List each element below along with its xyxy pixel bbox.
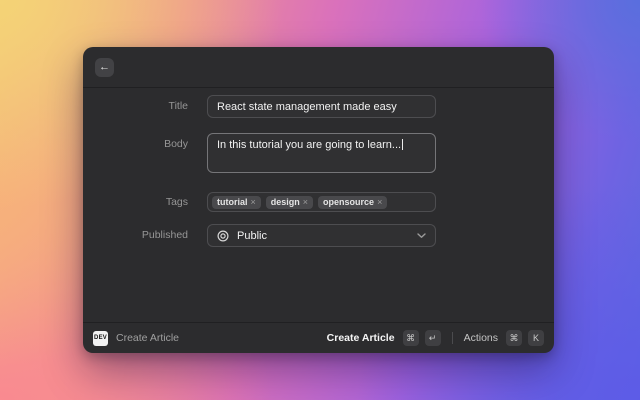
remove-tag-icon[interactable]: × <box>251 198 256 207</box>
dev-logo-icon: DEV <box>93 331 108 346</box>
k-key-icon: K <box>528 330 544 346</box>
published-label: Published <box>83 224 188 247</box>
create-article-window: ← Title React state management made easy… <box>83 47 554 353</box>
tag-chip[interactable]: tutorial × <box>212 196 261 209</box>
title-row: Title React state management made easy <box>83 95 554 118</box>
form: Title React state management made easy B… <box>83 88 554 322</box>
actions-menu-button[interactable]: Actions <box>464 332 498 344</box>
cmd-key-icon: ⌘ <box>403 330 419 346</box>
body-value: In this tutorial you are going to learn.… <box>217 139 401 151</box>
back-button[interactable]: ← <box>95 58 114 77</box>
body-row: Body In this tutorial you are going to l… <box>83 133 554 173</box>
tag-chip[interactable]: design × <box>266 196 313 209</box>
window-header: ← <box>83 47 554 88</box>
text-caret <box>402 139 403 150</box>
remove-tag-icon[interactable]: × <box>377 198 382 207</box>
tag-text: tutorial <box>217 198 248 207</box>
published-value: Public <box>237 230 267 242</box>
body-textarea[interactable]: In this tutorial you are going to learn.… <box>207 133 436 173</box>
tag-text: design <box>271 198 300 207</box>
cmd-key-icon: ⌘ <box>506 330 522 346</box>
title-input[interactable]: React state management made easy <box>207 95 436 118</box>
tags-row: Tags tutorial × design × opensource × <box>83 192 554 212</box>
primary-action-button[interactable]: Create Article <box>327 332 395 344</box>
body-label: Body <box>83 133 188 156</box>
action-bar: DEV Create Article Create Article ⌘ ↵ Ac… <box>83 322 554 353</box>
published-select[interactable]: Public <box>207 224 436 247</box>
desktop-background: ← Title React state management made easy… <box>0 0 640 400</box>
public-visibility-icon <box>217 230 229 242</box>
title-label: Title <box>83 95 188 118</box>
tag-chip[interactable]: opensource × <box>318 196 387 209</box>
remove-tag-icon[interactable]: × <box>303 198 308 207</box>
tags-label: Tags <box>83 192 188 212</box>
published-row: Published Public <box>83 224 554 247</box>
tags-input[interactable]: tutorial × design × opensource × <box>207 192 436 212</box>
tag-text: opensource <box>323 198 374 207</box>
chevron-down-icon <box>417 233 426 239</box>
title-value: React state management made easy <box>217 101 397 113</box>
back-arrow-icon: ← <box>99 62 110 73</box>
return-key-icon: ↵ <box>425 330 441 346</box>
footer-divider <box>452 332 453 344</box>
command-name: Create Article <box>116 332 179 344</box>
